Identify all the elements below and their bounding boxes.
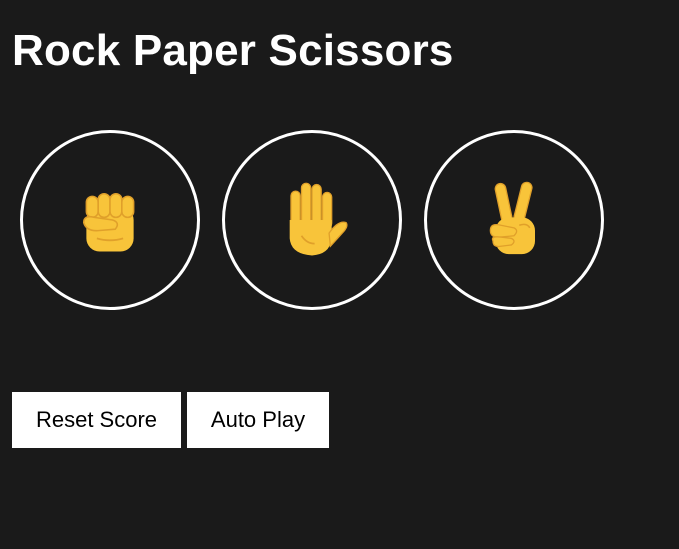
paper-hand-icon xyxy=(289,182,348,256)
scissors-victory-hand-icon xyxy=(489,181,535,255)
app-page: Rock Paper Scissors Reset Score Auto Pla… xyxy=(0,0,679,549)
page-title: Rock Paper Scissors xyxy=(12,26,454,75)
reset-score-button[interactable]: Reset Score xyxy=(12,392,181,448)
rock-button[interactable] xyxy=(20,130,200,310)
move-buttons xyxy=(20,130,604,310)
paper-button[interactable] xyxy=(222,130,402,310)
scissors-button[interactable] xyxy=(424,130,604,310)
rock-fist-icon xyxy=(82,192,135,252)
controls: Reset Score Auto Play xyxy=(12,392,329,448)
auto-play-button[interactable]: Auto Play xyxy=(187,392,329,448)
